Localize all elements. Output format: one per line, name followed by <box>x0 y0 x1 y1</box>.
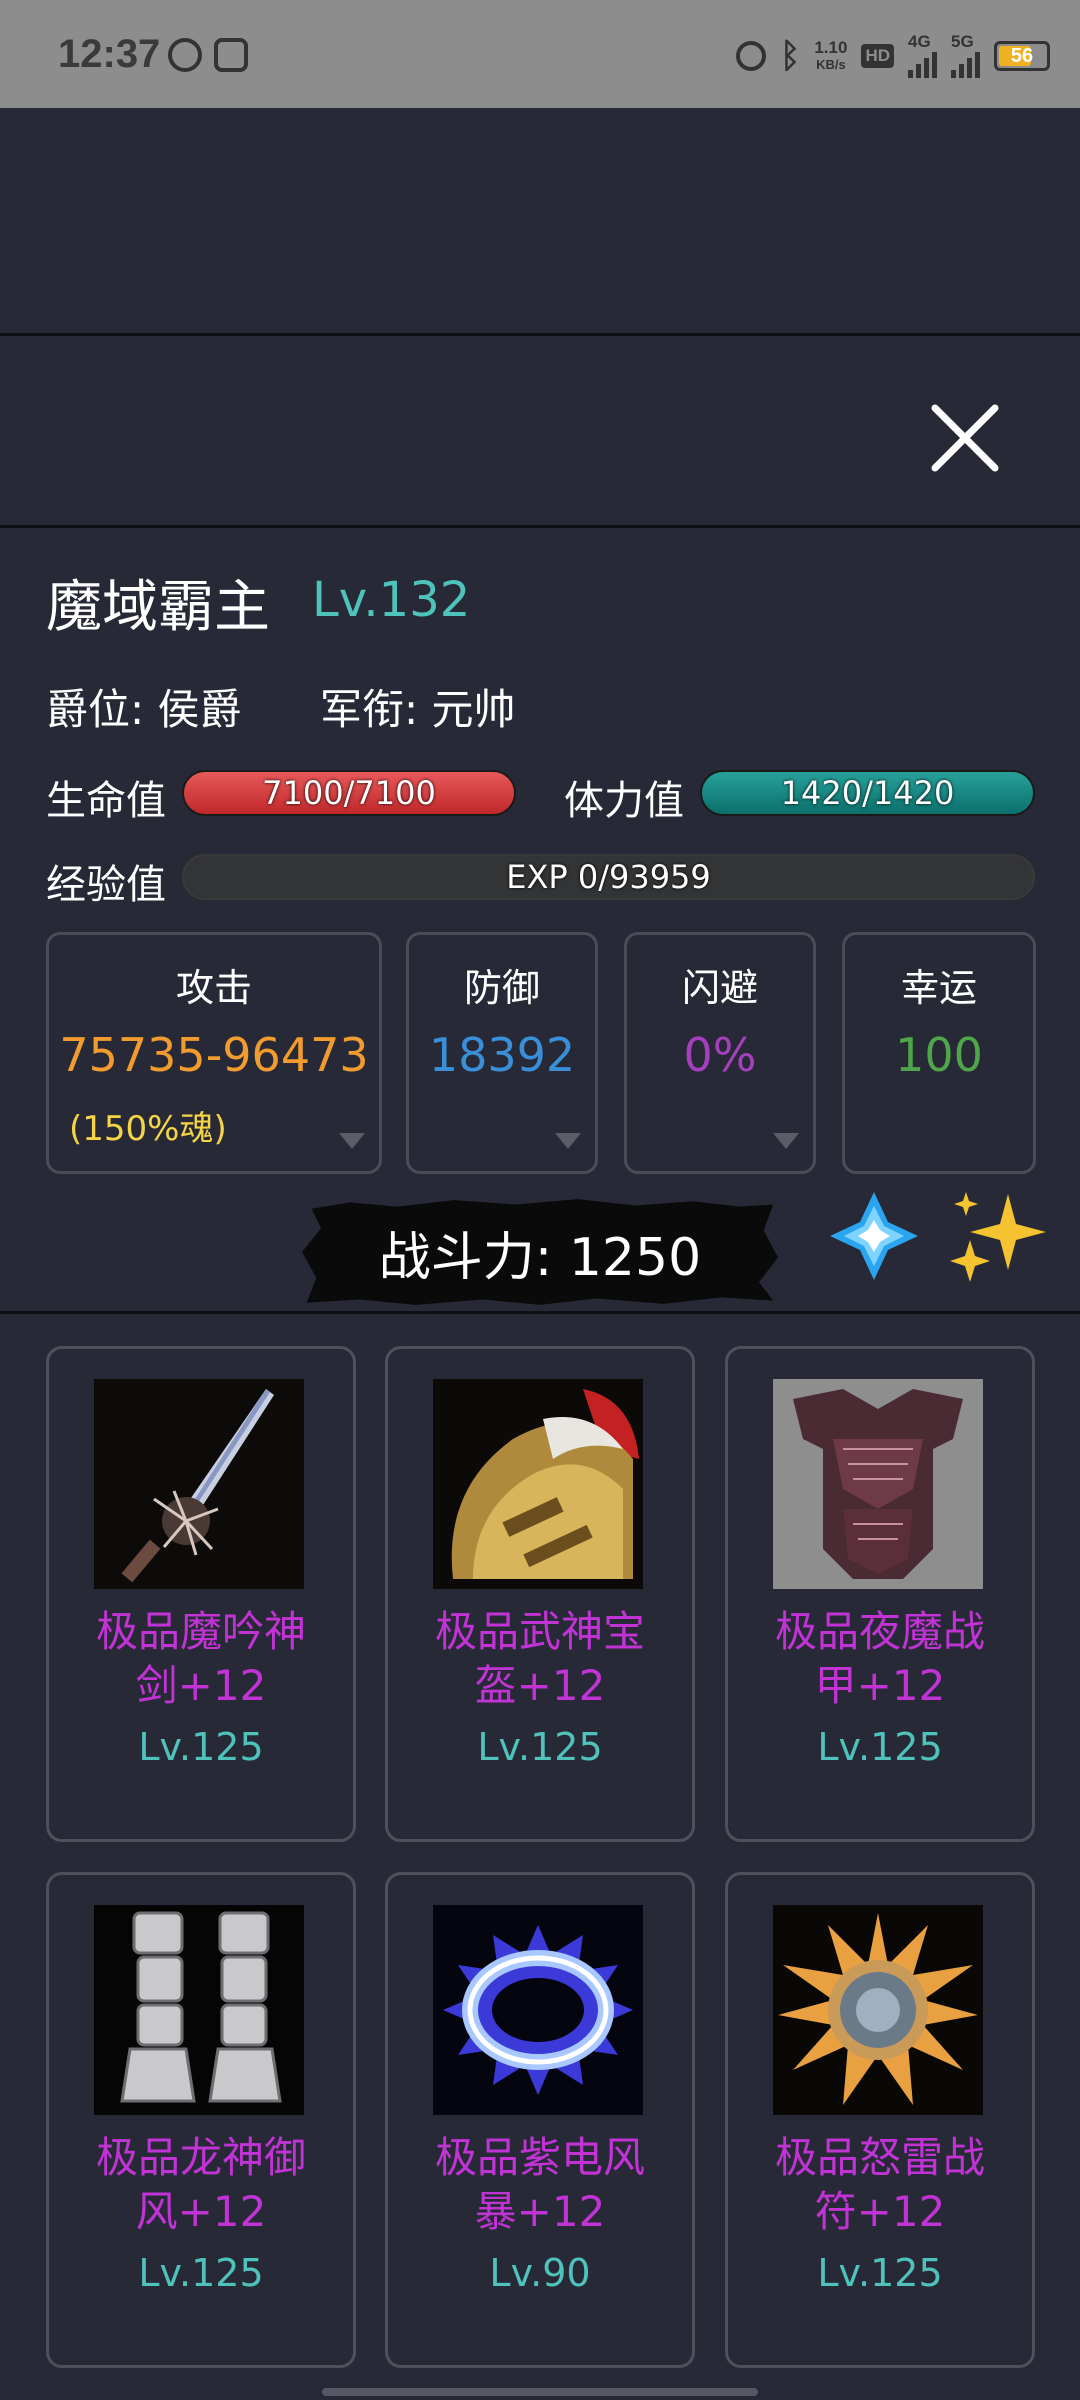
hp-label: 生命值 <box>46 778 166 824</box>
close-icon <box>931 404 999 472</box>
equipment-name: 极品紫电风 暴+12 <box>388 2131 692 2239</box>
helmet-icon <box>433 1379 643 1589</box>
stat-value: 18392 <box>428 1028 576 1082</box>
equipment-level: Lv.125 <box>477 1725 603 1769</box>
exp-label: 经验值 <box>46 862 166 908</box>
ring-icon <box>433 1905 643 2115</box>
stat-soul-bonus: (150%魂) <box>69 1109 227 1149</box>
amulet-icon <box>773 1905 983 2115</box>
equipment-level: Lv.125 <box>817 1725 943 1769</box>
stat-value: 75735-96473 <box>59 1028 369 1082</box>
equipment-name: 极品龙神御 风+12 <box>49 2131 353 2239</box>
equipment-level: Lv.90 <box>489 2251 591 2295</box>
equipment-card[interactable]: 极品武神宝 盔+12 Lv.125 <box>385 1346 695 1842</box>
equipment-name-line: 极品紫电风 <box>434 2133 645 2182</box>
alarm-icon <box>168 38 202 72</box>
stat-defense[interactable]: 防御 18392 <box>406 932 598 1174</box>
exp-bar: EXP 0/93959 <box>182 854 1035 900</box>
equipment-name-line: 盔+12 <box>474 1661 606 1710</box>
signal-5g-icon: 5G <box>951 32 980 78</box>
sparkles-icon[interactable] <box>946 1186 1050 1290</box>
equipment-name: 极品魔吟神 剑+12 <box>49 1605 353 1713</box>
stat-attack[interactable]: 攻击 75735-96473 (150%魂) <box>46 932 382 1174</box>
armor-icon <box>773 1379 983 1589</box>
alarm-icon <box>735 41 766 71</box>
stat-title: 闪避 <box>681 966 758 1010</box>
equipment-level: Lv.125 <box>817 2251 943 2295</box>
signal-4g-icon: 4G <box>908 32 937 78</box>
equipment-card[interactable]: 极品怒雷战 符+12 Lv.125 <box>725 1872 1035 2368</box>
signal-4g-label: 4G <box>908 32 931 51</box>
net-speed: 1.10 KB/s <box>814 39 847 73</box>
equipment-name-line: 风+12 <box>135 2187 267 2236</box>
battery-level: 56 <box>1010 45 1034 67</box>
hp-bar: 7100/7100 <box>182 770 516 816</box>
equipment-card[interactable]: 极品龙神御 风+12 Lv.125 <box>46 1872 356 2368</box>
sync-icon <box>214 38 248 72</box>
player-military-rank: 军衔: 元帅 <box>320 685 516 734</box>
stat-dodge[interactable]: 闪避 0% <box>624 932 816 1174</box>
close-button[interactable] <box>925 398 1005 478</box>
battery-icon: 56 <box>994 41 1050 71</box>
equipment-level: Lv.125 <box>138 2251 264 2295</box>
home-indicator[interactable] <box>322 2388 758 2396</box>
equipment-name-line: 极品怒雷战 <box>774 2133 985 2182</box>
equipment-name-line: 极品武神宝 <box>434 1607 645 1656</box>
divider <box>0 333 1080 336</box>
stamina-bar: 1420/1420 <box>700 770 1035 816</box>
player-title: 爵位: 侯爵 <box>46 685 242 734</box>
status-right-group: ᛒ 1.10 KB/s HD 4G 5G 56 <box>735 32 1050 78</box>
status-bar: 12:37 ᛒ 1.10 KB/s HD 4G 5G 56 <box>0 0 1080 108</box>
equipment-card[interactable]: 极品紫电风 暴+12 Lv.90 <box>385 1872 695 2368</box>
divider <box>0 525 1080 528</box>
status-time: 12:37 <box>58 32 161 76</box>
equipment-level: Lv.125 <box>138 1725 264 1769</box>
hd-icon: HD <box>861 44 894 68</box>
stat-title: 防御 <box>463 966 540 1010</box>
divider <box>0 1311 1080 1314</box>
equipment-name: 极品武神宝 盔+12 <box>388 1605 692 1713</box>
equipment-name-line: 极品龙神御 <box>95 2133 306 2182</box>
net-speed-value: 1.10 <box>814 38 848 57</box>
equipment-name-line: 极品魔吟神 <box>95 1607 306 1656</box>
stat-value: 0% <box>683 1028 757 1082</box>
stamina-label: 体力值 <box>564 778 684 824</box>
chevron-down-icon <box>773 1133 799 1149</box>
stat-title: 幸运 <box>900 966 977 1010</box>
stat-luck: 幸运 100 <box>842 932 1036 1174</box>
stat-value: 100 <box>895 1028 983 1082</box>
equipment-name-line: 符+12 <box>814 2187 946 2236</box>
stat-title: 攻击 <box>175 966 252 1010</box>
net-speed-unit: KB/s <box>816 57 846 72</box>
player-level: Lv.132 <box>312 572 471 628</box>
equipment-name-line: 剑+12 <box>135 1661 267 1710</box>
equipment-name: 极品怒雷战 符+12 <box>728 2131 1032 2239</box>
diamond-icon[interactable] <box>826 1188 922 1284</box>
equipment-name-line: 极品夜魔战 <box>774 1607 985 1656</box>
combat-power-banner: 战斗力: 1250 <box>302 1199 778 1305</box>
boots-icon <box>94 1905 304 2115</box>
equipment-name: 极品夜魔战 甲+12 <box>728 1605 1032 1713</box>
sword-icon <box>94 1379 304 1589</box>
chevron-down-icon <box>339 1133 365 1149</box>
chevron-down-icon <box>555 1133 581 1149</box>
equipment-name-line: 甲+12 <box>814 1661 946 1710</box>
equipment-card[interactable]: 极品魔吟神 剑+12 Lv.125 <box>46 1346 356 1842</box>
player-name: 魔域霸主 <box>46 575 270 640</box>
bluetooth-icon: ᛒ <box>779 36 801 75</box>
signal-5g-label: 5G <box>951 32 974 51</box>
equipment-name-line: 暴+12 <box>474 2187 606 2236</box>
equipment-card[interactable]: 极品夜魔战 甲+12 Lv.125 <box>725 1346 1035 1842</box>
